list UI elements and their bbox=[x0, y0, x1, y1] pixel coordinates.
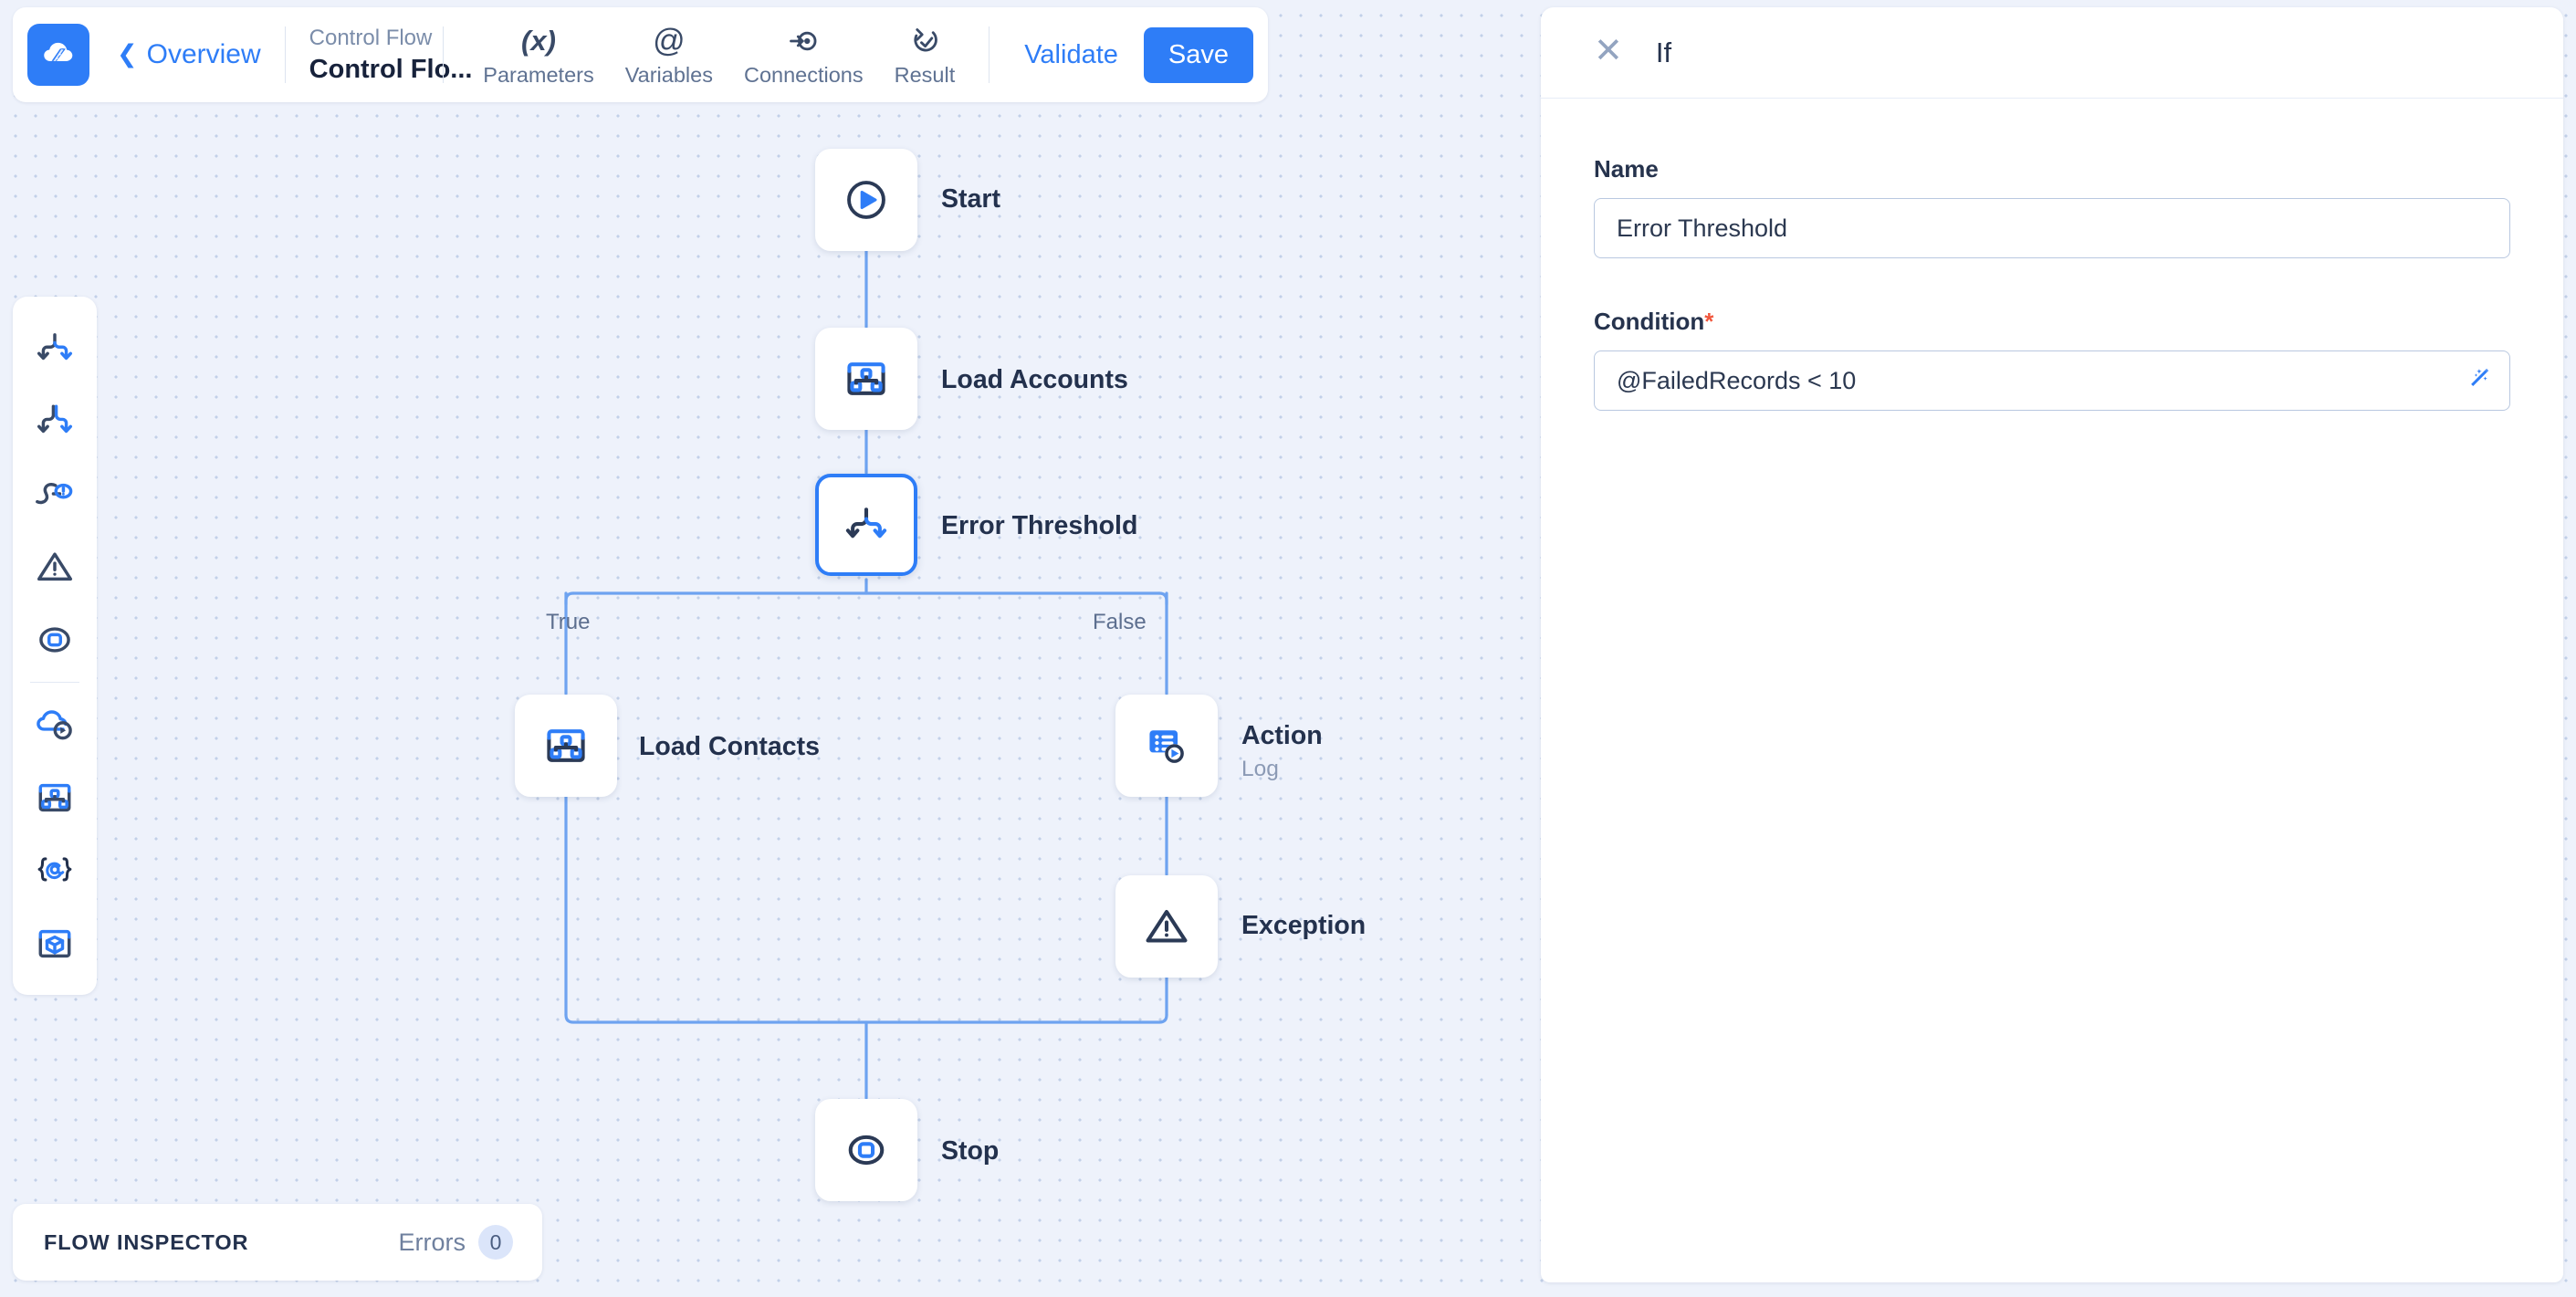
divider bbox=[443, 26, 445, 83]
stop-icon bbox=[35, 620, 75, 660]
required-asterisk: * bbox=[1704, 308, 1714, 335]
cloud-logo-icon[interactable] bbox=[27, 24, 89, 86]
exception-warning-icon bbox=[35, 547, 75, 587]
flow-node-error-threshold[interactable] bbox=[815, 474, 917, 576]
tab-variables-label: Variables bbox=[624, 62, 713, 87]
app-root: ❮ Overview Control Flow Control Flo... (… bbox=[0, 0, 2576, 1297]
flow-node-error-threshold-label: Error Threshold bbox=[941, 511, 1138, 540]
palette-item-dataflow[interactable] bbox=[13, 761, 97, 834]
palette-item-if[interactable] bbox=[13, 311, 97, 384]
name-input[interactable] bbox=[1594, 198, 2510, 258]
palette-divider bbox=[30, 682, 79, 683]
dataflow-icon bbox=[843, 355, 890, 403]
name-input-wrap bbox=[1594, 198, 2510, 258]
flow-node-action[interactable] bbox=[1115, 695, 1218, 797]
chevron-left-icon: ❮ bbox=[117, 39, 138, 68]
variables-at-icon: @ bbox=[653, 22, 686, 58]
palette-item-try-catch[interactable] bbox=[13, 457, 97, 530]
parameters-fx-icon: (x) bbox=[521, 24, 556, 57]
flow-node-start-label: Start bbox=[941, 184, 1000, 214]
errors-count-badge: 0 bbox=[478, 1225, 513, 1260]
tab-connections-label: Connections bbox=[743, 62, 864, 87]
flow-node-load-contacts-label: Load Contacts bbox=[639, 732, 820, 761]
connections-icon bbox=[788, 23, 819, 59]
toolbar-actions: (x) Parameters @ Variables Connections R… bbox=[467, 23, 970, 88]
properties-panel-header: ✕ If bbox=[1541, 7, 2563, 99]
flow-node-stop-label: Stop bbox=[941, 1136, 1000, 1166]
tab-variables[interactable]: @ Variables bbox=[610, 23, 728, 88]
overview-back-link[interactable]: ❮ Overview bbox=[117, 39, 261, 70]
flow-node-exception-label: Exception bbox=[1241, 911, 1367, 940]
result-icon bbox=[909, 23, 940, 59]
condition-field-group: Condition* bbox=[1594, 308, 2510, 411]
palette-item-switch[interactable] bbox=[13, 384, 97, 457]
if-branch-icon bbox=[35, 328, 75, 368]
tab-result-label: Result bbox=[894, 62, 956, 87]
name-label: Name bbox=[1594, 155, 1659, 183]
flow-node-action-title: Action bbox=[1241, 721, 1323, 750]
overview-label: Overview bbox=[146, 39, 261, 69]
save-button[interactable]: Save bbox=[1143, 26, 1253, 83]
expression-braces-icon bbox=[34, 850, 76, 892]
switch-branch-icon bbox=[35, 401, 75, 441]
properties-panel-body: Name Condition* bbox=[1541, 99, 2563, 411]
breadcrumb-current: Control Flo... bbox=[309, 54, 473, 84]
tab-result[interactable]: Result bbox=[879, 23, 971, 88]
palette-item-expression[interactable] bbox=[13, 834, 97, 907]
validate-button[interactable]: Validate bbox=[1008, 40, 1135, 70]
branch-label-false: False bbox=[1093, 610, 1147, 634]
condition-input-wrap bbox=[1594, 350, 2510, 411]
tab-connections[interactable]: Connections bbox=[728, 23, 879, 88]
flow-node-exception[interactable] bbox=[1115, 875, 1218, 978]
palette-item-stop[interactable] bbox=[13, 603, 97, 676]
flow-node-action-label: Action Log bbox=[1241, 719, 1323, 784]
palette-item-cloud-action[interactable] bbox=[13, 688, 97, 761]
flow-node-stop[interactable] bbox=[815, 1099, 917, 1201]
node-palette bbox=[13, 297, 97, 995]
package-cube-icon bbox=[35, 924, 75, 964]
try-catch-icon bbox=[35, 474, 75, 514]
flow-node-load-accounts[interactable] bbox=[815, 328, 917, 430]
start-play-icon bbox=[843, 176, 890, 224]
cloud-action-icon bbox=[34, 704, 76, 746]
palette-item-exception[interactable] bbox=[13, 530, 97, 603]
tab-parameters[interactable]: (x) Parameters bbox=[467, 23, 609, 88]
flow-inspector-title: FLOW INSPECTOR bbox=[44, 1229, 249, 1254]
breadcrumb-parent: Control Flow bbox=[309, 25, 433, 50]
dataflow-icon bbox=[35, 778, 75, 818]
flow-edges bbox=[564, 249, 1168, 1100]
name-field-group: Name bbox=[1594, 155, 2510, 258]
flow-node-load-contacts[interactable] bbox=[515, 695, 617, 797]
magic-wand-icon[interactable] bbox=[2461, 365, 2492, 396]
stop-icon bbox=[843, 1126, 890, 1174]
errors-label: Errors bbox=[398, 1228, 466, 1256]
branch-label-true: True bbox=[546, 610, 591, 634]
condition-label: Condition* bbox=[1594, 308, 2510, 336]
condition-label-text: Condition bbox=[1594, 308, 1705, 335]
breadcrumb: Control Flow Control Flo... bbox=[309, 25, 473, 85]
top-toolbar: ❮ Overview Control Flow Control Flo... (… bbox=[13, 7, 1268, 102]
flow-inspector-errors[interactable]: Errors 0 bbox=[398, 1225, 513, 1260]
flow-node-load-accounts-label: Load Accounts bbox=[941, 365, 1128, 394]
close-icon[interactable]: ✕ bbox=[1594, 34, 1623, 68]
palette-item-package[interactable] bbox=[13, 907, 97, 980]
exception-warning-icon bbox=[1143, 903, 1190, 950]
flow-inspector-bar[interactable]: FLOW INSPECTOR Errors 0 bbox=[13, 1204, 542, 1281]
flow-node-start[interactable] bbox=[815, 149, 917, 251]
condition-input[interactable] bbox=[1594, 350, 2510, 411]
flow-node-action-subtitle: Log bbox=[1241, 757, 1279, 782]
properties-panel: ✕ If Name Condition* bbox=[1541, 7, 2563, 1282]
properties-panel-title: If bbox=[1655, 36, 1672, 68]
dataflow-icon bbox=[542, 722, 590, 769]
action-log-icon bbox=[1143, 722, 1190, 769]
divider bbox=[284, 26, 286, 83]
divider bbox=[989, 26, 990, 83]
if-branch-icon bbox=[843, 501, 890, 549]
tab-parameters-label: Parameters bbox=[483, 62, 594, 87]
